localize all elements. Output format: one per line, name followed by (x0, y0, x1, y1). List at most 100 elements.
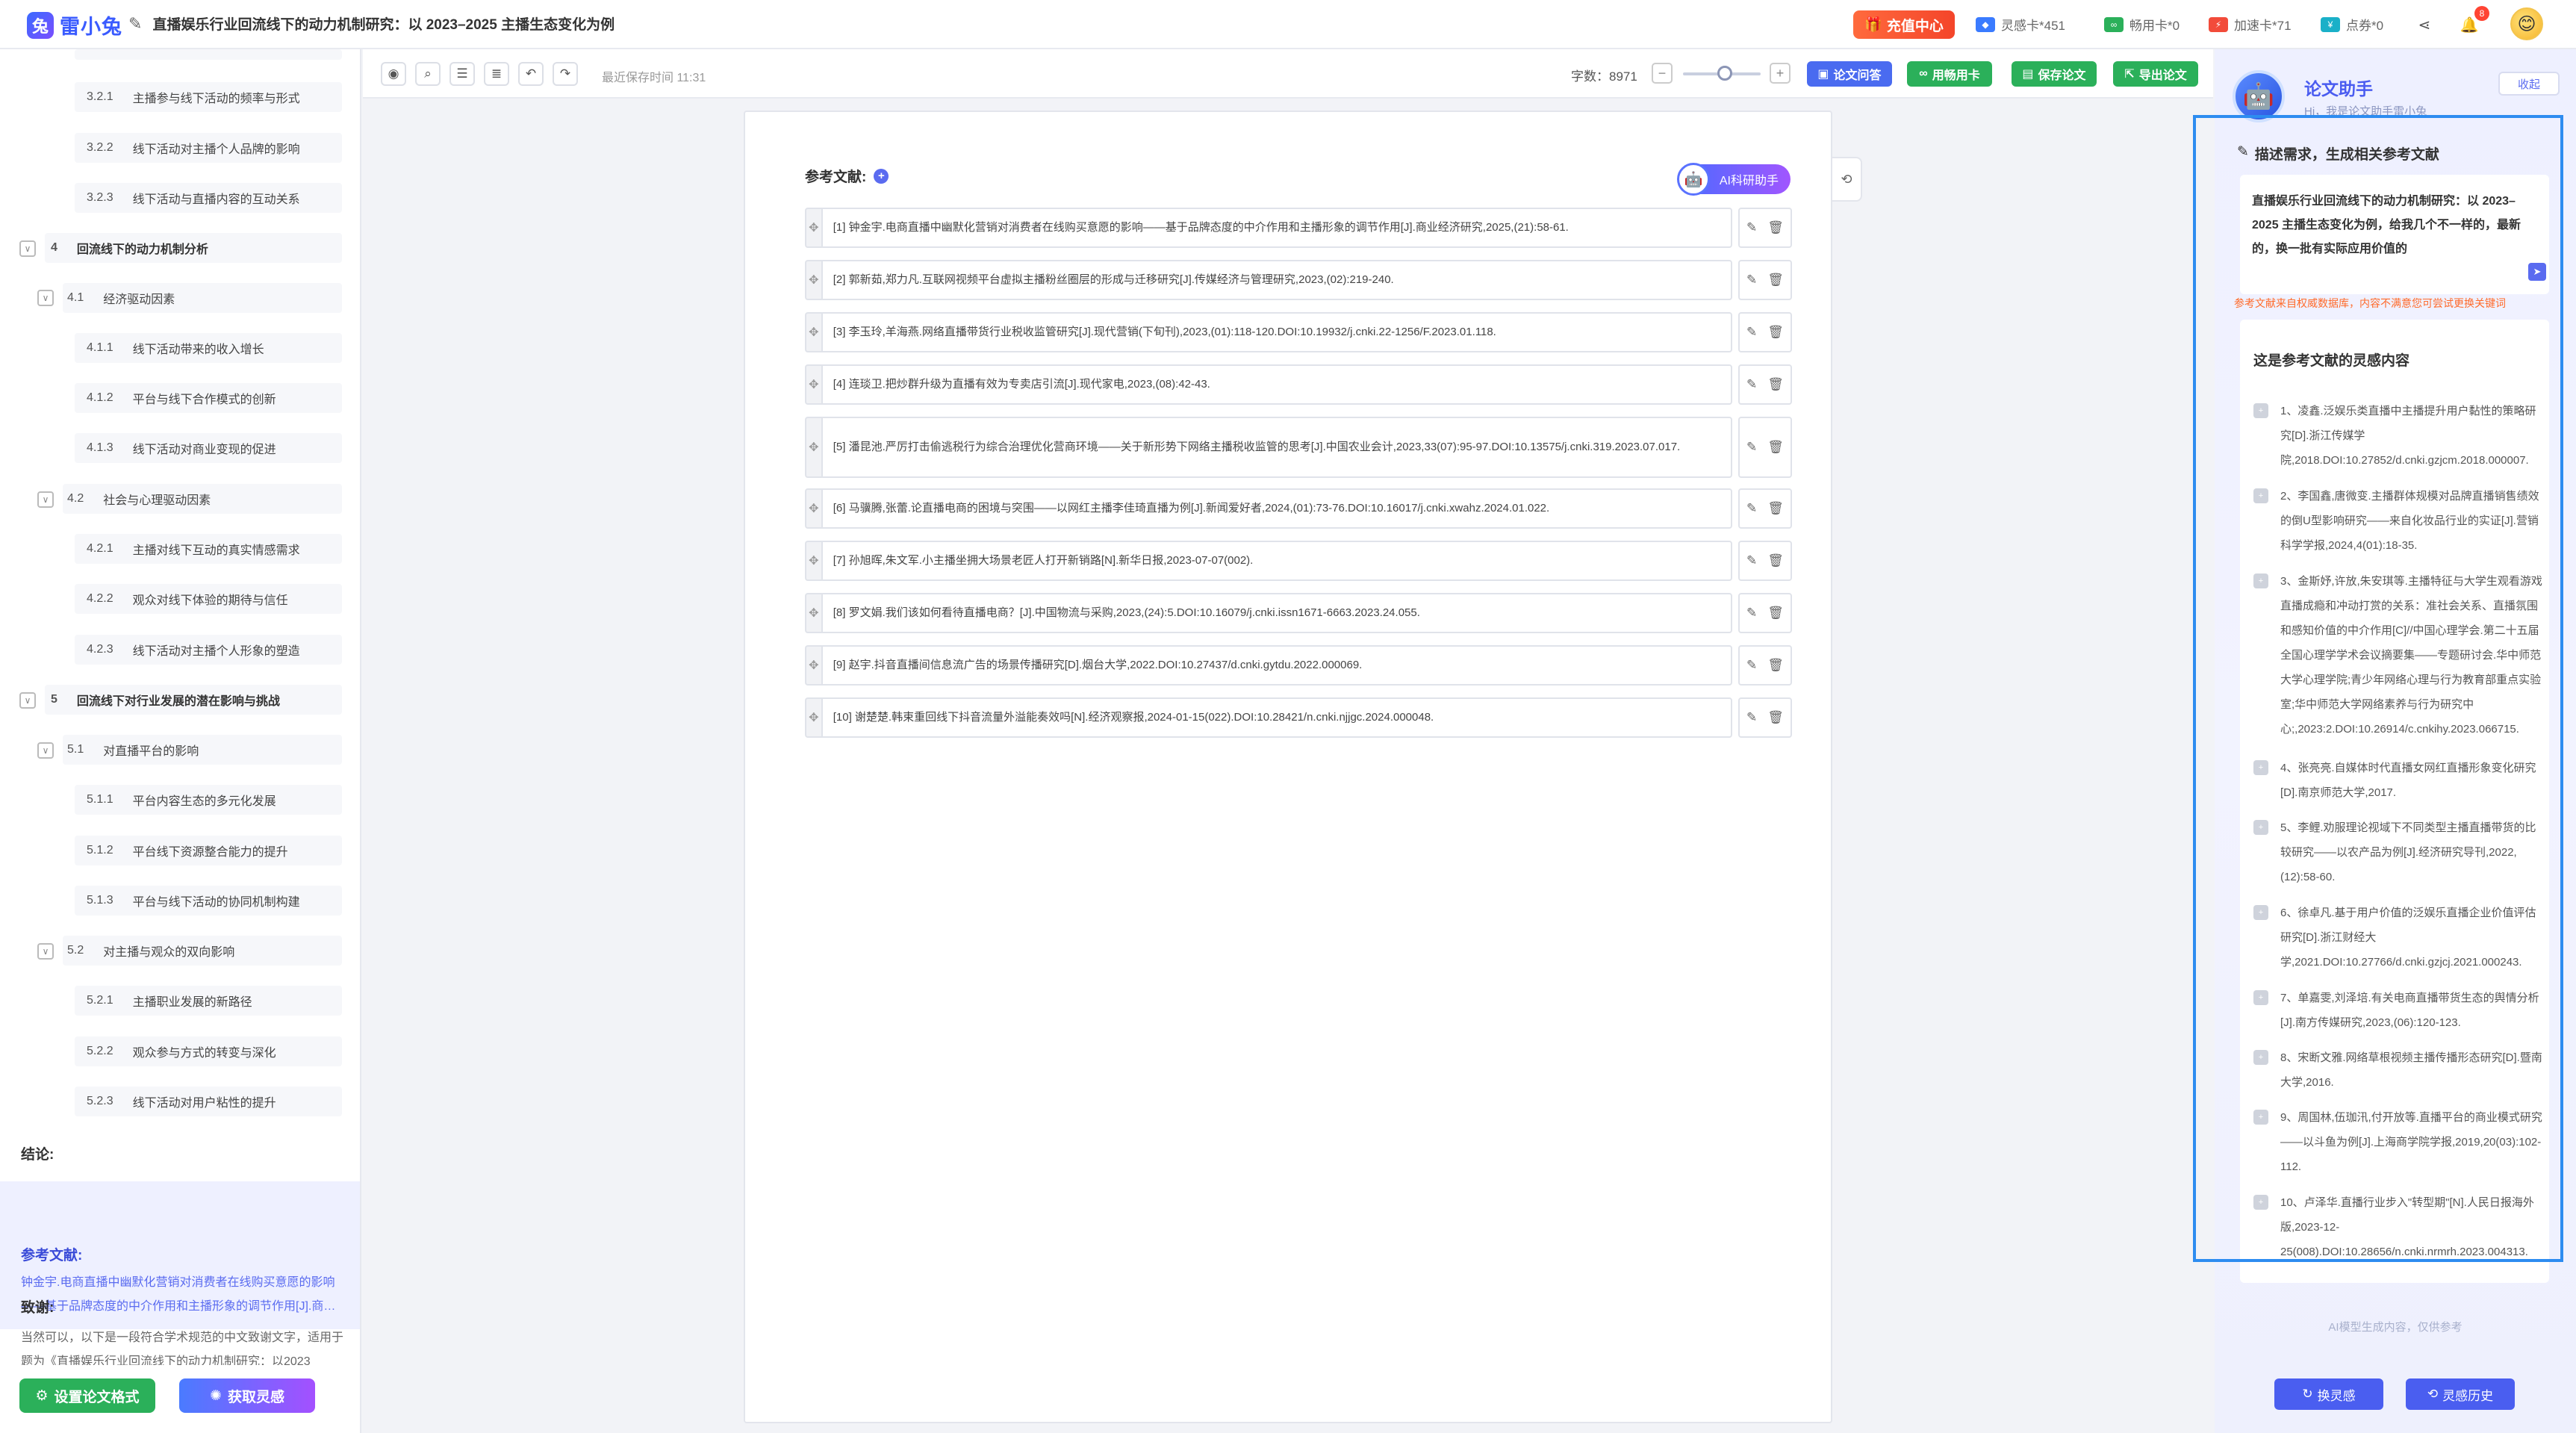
outline-item-5-2[interactable]: 5.2 对主播与观众的双向影响 (63, 936, 342, 966)
reference-row: ✥ [10] 谢楚楚.韩束重回线下抖音流量外溢能奏效吗[N].经济观察报,2024… (805, 697, 1792, 738)
thanks-heading[interactable]: 致谢: (21, 1296, 54, 1317)
trash-icon[interactable]: 🗑 (1767, 710, 1784, 725)
outline-item-5-1[interactable]: 5.1 对直播平台的影响 (63, 735, 342, 765)
trash-icon[interactable]: 🗑 (1767, 220, 1784, 235)
drag-handle-icon[interactable]: ✥ (805, 312, 821, 352)
drag-handle-icon[interactable]: ✥ (805, 364, 821, 405)
save-paper-button[interactable]: ▤ 保存论文 (2012, 61, 2097, 87)
pencil-icon[interactable]: ✎ (128, 14, 142, 34)
ai-research-assistant-button[interactable]: 🤖 AI科研助手 (1677, 163, 1791, 196)
redo-icon[interactable]: ↷ (553, 62, 578, 86)
outline-item-4-1[interactable]: 4.1 经济驱动因素 (63, 283, 342, 313)
trash-icon[interactable]: 🗑 (1767, 440, 1784, 455)
history-icon[interactable]: ⟲ (1831, 157, 1862, 202)
unlimited-card-count[interactable]: ∞ 畅用卡*0 (2104, 15, 2180, 34)
drag-handle-icon[interactable]: ✥ (805, 260, 821, 300)
outline-item-5-2-1[interactable]: 5.2.1 主播职业发展的新路径 (75, 986, 342, 1016)
outline-item-4-1-2[interactable]: 4.1.2 平台与线下合作模式的创新 (75, 383, 342, 413)
drag-handle-icon[interactable]: ✥ (805, 645, 821, 686)
trash-icon[interactable]: 🗑 (1767, 658, 1784, 673)
drag-handle-icon[interactable]: ✥ (805, 208, 821, 248)
edit-icon[interactable]: ✎ (1746, 501, 1757, 516)
set-format-button[interactable]: ⚙ 设置论文格式 (19, 1378, 155, 1413)
add-reference-icon[interactable]: + (874, 168, 889, 184)
coupon-icon: ¥ (2321, 16, 2340, 32)
trash-icon[interactable]: 🗑 (1767, 553, 1784, 568)
export-paper-button[interactable]: ⇱ 导出论文 (2113, 61, 2198, 87)
outline-item-4-2-3[interactable]: 4.2.3 线下活动对主播个人形象的塑造 (75, 635, 342, 665)
paper-qa-button[interactable]: ▣ 论文问答 (1807, 61, 1892, 87)
speed-card-count[interactable]: ⚡ 加速卡*71 (2209, 15, 2292, 34)
outline-item-5-1-2[interactable]: 5.1.2 平台线下资源整合能力的提升 (75, 836, 342, 865)
collapse-toggle-icon[interactable]: ∨ (37, 742, 54, 759)
outline-item-3-2-2[interactable]: 3.2.2 线下活动对主播个人品牌的影响 (75, 133, 342, 163)
find-icon[interactable]: ⌕ (415, 62, 441, 86)
sidebar-references-section[interactable]: 参考文献: 钟金宇.电商直播中幽默化营销对消费者在线购买意愿的影响——基于品牌态… (0, 1181, 360, 1329)
save-icon: ▤ (2022, 68, 2034, 81)
collapse-toggle-icon[interactable]: ∨ (37, 491, 54, 508)
app-logo[interactable]: 兔 雷小兔 (27, 10, 122, 40)
outline-item-4-1-3[interactable]: 4.1.3 线下活动对商业变现的促进 (75, 433, 342, 463)
outline-item-3-2-1[interactable]: 3.2.1 主播参与线下活动的频率与形式 (75, 82, 342, 112)
use-unlimited-card-button[interactable]: ∞ 用畅用卡 (1907, 61, 1992, 87)
collapse-button[interactable]: 收起 (2498, 72, 2560, 96)
outline-item-4-2-1[interactable]: 4.2.1 主播对线下互动的真实情感需求 (75, 534, 342, 564)
outline-item-5-1-3[interactable]: 5.1.3 平台与线下活动的协同机制构建 (75, 886, 342, 916)
collapse-toggle-icon[interactable]: ∨ (19, 692, 36, 709)
edit-icon[interactable]: ✎ (1746, 377, 1757, 392)
outline-item-3-2-3[interactable]: 3.2.3 线下活动与直播内容的互动关系 (75, 183, 342, 213)
reference-row: ✥ [3] 李玉玲,羊海燕.网络直播带货行业税收监管研究[J].现代营销(下旬刊)… (805, 312, 1792, 352)
undo-icon[interactable]: ↶ (518, 62, 544, 86)
references-heading: 参考文献: (21, 1248, 83, 1263)
trash-icon[interactable]: 🗑 (1767, 377, 1784, 392)
logo-rabbit-icon: 兔 (27, 11, 54, 39)
edit-icon[interactable]: ✎ (1746, 220, 1757, 235)
get-inspiration-button[interactable]: ✺ 获取灵感 (179, 1378, 315, 1413)
inspiration-card-count[interactable]: ◆ 灵感卡*451 (1976, 15, 2065, 34)
outline-item-clipped[interactable] (75, 49, 342, 60)
trash-icon[interactable]: 🗑 (1767, 325, 1784, 340)
outline-item-4-2-2[interactable]: 4.2.2 观众对线下体验的期待与信任 (75, 584, 342, 614)
doc-title-area[interactable]: ✎ 直播娱乐行业回流线下的动力机制研究：以 2023–2025 主播生态变化为例 (128, 13, 615, 34)
outline-item-5-2-2[interactable]: 5.2.2 观众参与方式的转变与深化 (75, 1036, 342, 1066)
edit-icon[interactable]: ✎ (1746, 553, 1757, 568)
trash-icon[interactable]: 🗑 (1767, 606, 1784, 621)
coupon-count[interactable]: ¥ 点券*0 (2321, 15, 2383, 34)
drag-handle-icon[interactable]: ✥ (805, 593, 821, 633)
collapse-toggle-icon[interactable]: ∨ (19, 240, 36, 257)
trash-icon[interactable]: 🗑 (1767, 501, 1784, 516)
edit-icon[interactable]: ✎ (1746, 606, 1757, 621)
edit-icon[interactable]: ✎ (1746, 325, 1757, 340)
eye-icon[interactable]: ◉ (381, 62, 406, 86)
share-icon[interactable]: ⋖ (2413, 13, 2436, 36)
outline-item-4-2[interactable]: 4.2 社会与心理驱动因素 (63, 484, 342, 514)
edit-icon[interactable]: ✎ (1746, 440, 1757, 455)
trash-icon[interactable]: 🗑 (1767, 273, 1784, 287)
conclusion-heading[interactable]: 结论: (21, 1143, 54, 1163)
drag-handle-icon[interactable]: ✥ (805, 541, 821, 581)
list-icon[interactable]: ≣ (484, 62, 509, 86)
avatar[interactable]: 😊 (2510, 7, 2543, 40)
zoom-slider-handle[interactable] (1717, 66, 1732, 81)
outline-item-5-2-3[interactable]: 5.2.3 线下活动对用户粘性的提升 (75, 1087, 342, 1116)
zoom-out-icon[interactable]: − (1652, 63, 1673, 84)
change-inspiration-button[interactable]: ↻ 换灵感 (2274, 1378, 2383, 1410)
collapse-toggle-icon[interactable]: ∨ (37, 943, 54, 960)
edit-icon[interactable]: ✎ (1746, 273, 1757, 287)
reference-row: ✥ [6] 马骥腾,张蕾.论直播电商的困境与突围——以网红主播李佳琦直播为例[J]… (805, 488, 1792, 529)
edit-icon[interactable]: ✎ (1746, 658, 1757, 673)
reference-row: ✥ [2] 郭新茹,郑力凡.互联网视频平台虚拟主播粉丝圈层的形成与迁移研究[J].… (805, 260, 1792, 300)
outline-item-5-1-1[interactable]: 5.1.1 平台内容生态的多元化发展 (75, 785, 342, 815)
zoom-in-icon[interactable]: + (1770, 63, 1791, 84)
drag-handle-icon[interactable]: ✥ (805, 488, 821, 529)
inspiration-history-button[interactable]: ⟲ 灵感历史 (2406, 1378, 2515, 1410)
outline-item-5[interactable]: 5 回流线下对行业发展的潜在影响与挑战 (45, 685, 342, 715)
drag-handle-icon[interactable]: ✥ (805, 417, 821, 478)
outline-item-4-1-1[interactable]: 4.1.1 线下活动带来的收入增长 (75, 333, 342, 363)
outline-item-4[interactable]: 4 回流线下的动力机制分析 (45, 233, 342, 263)
collapse-toggle-icon[interactable]: ∨ (37, 290, 54, 306)
recharge-button[interactable]: 🎁 充值中心 (1853, 10, 1955, 39)
format-icon[interactable]: ☰ (449, 62, 475, 86)
edit-icon[interactable]: ✎ (1746, 710, 1757, 725)
drag-handle-icon[interactable]: ✥ (805, 697, 821, 738)
